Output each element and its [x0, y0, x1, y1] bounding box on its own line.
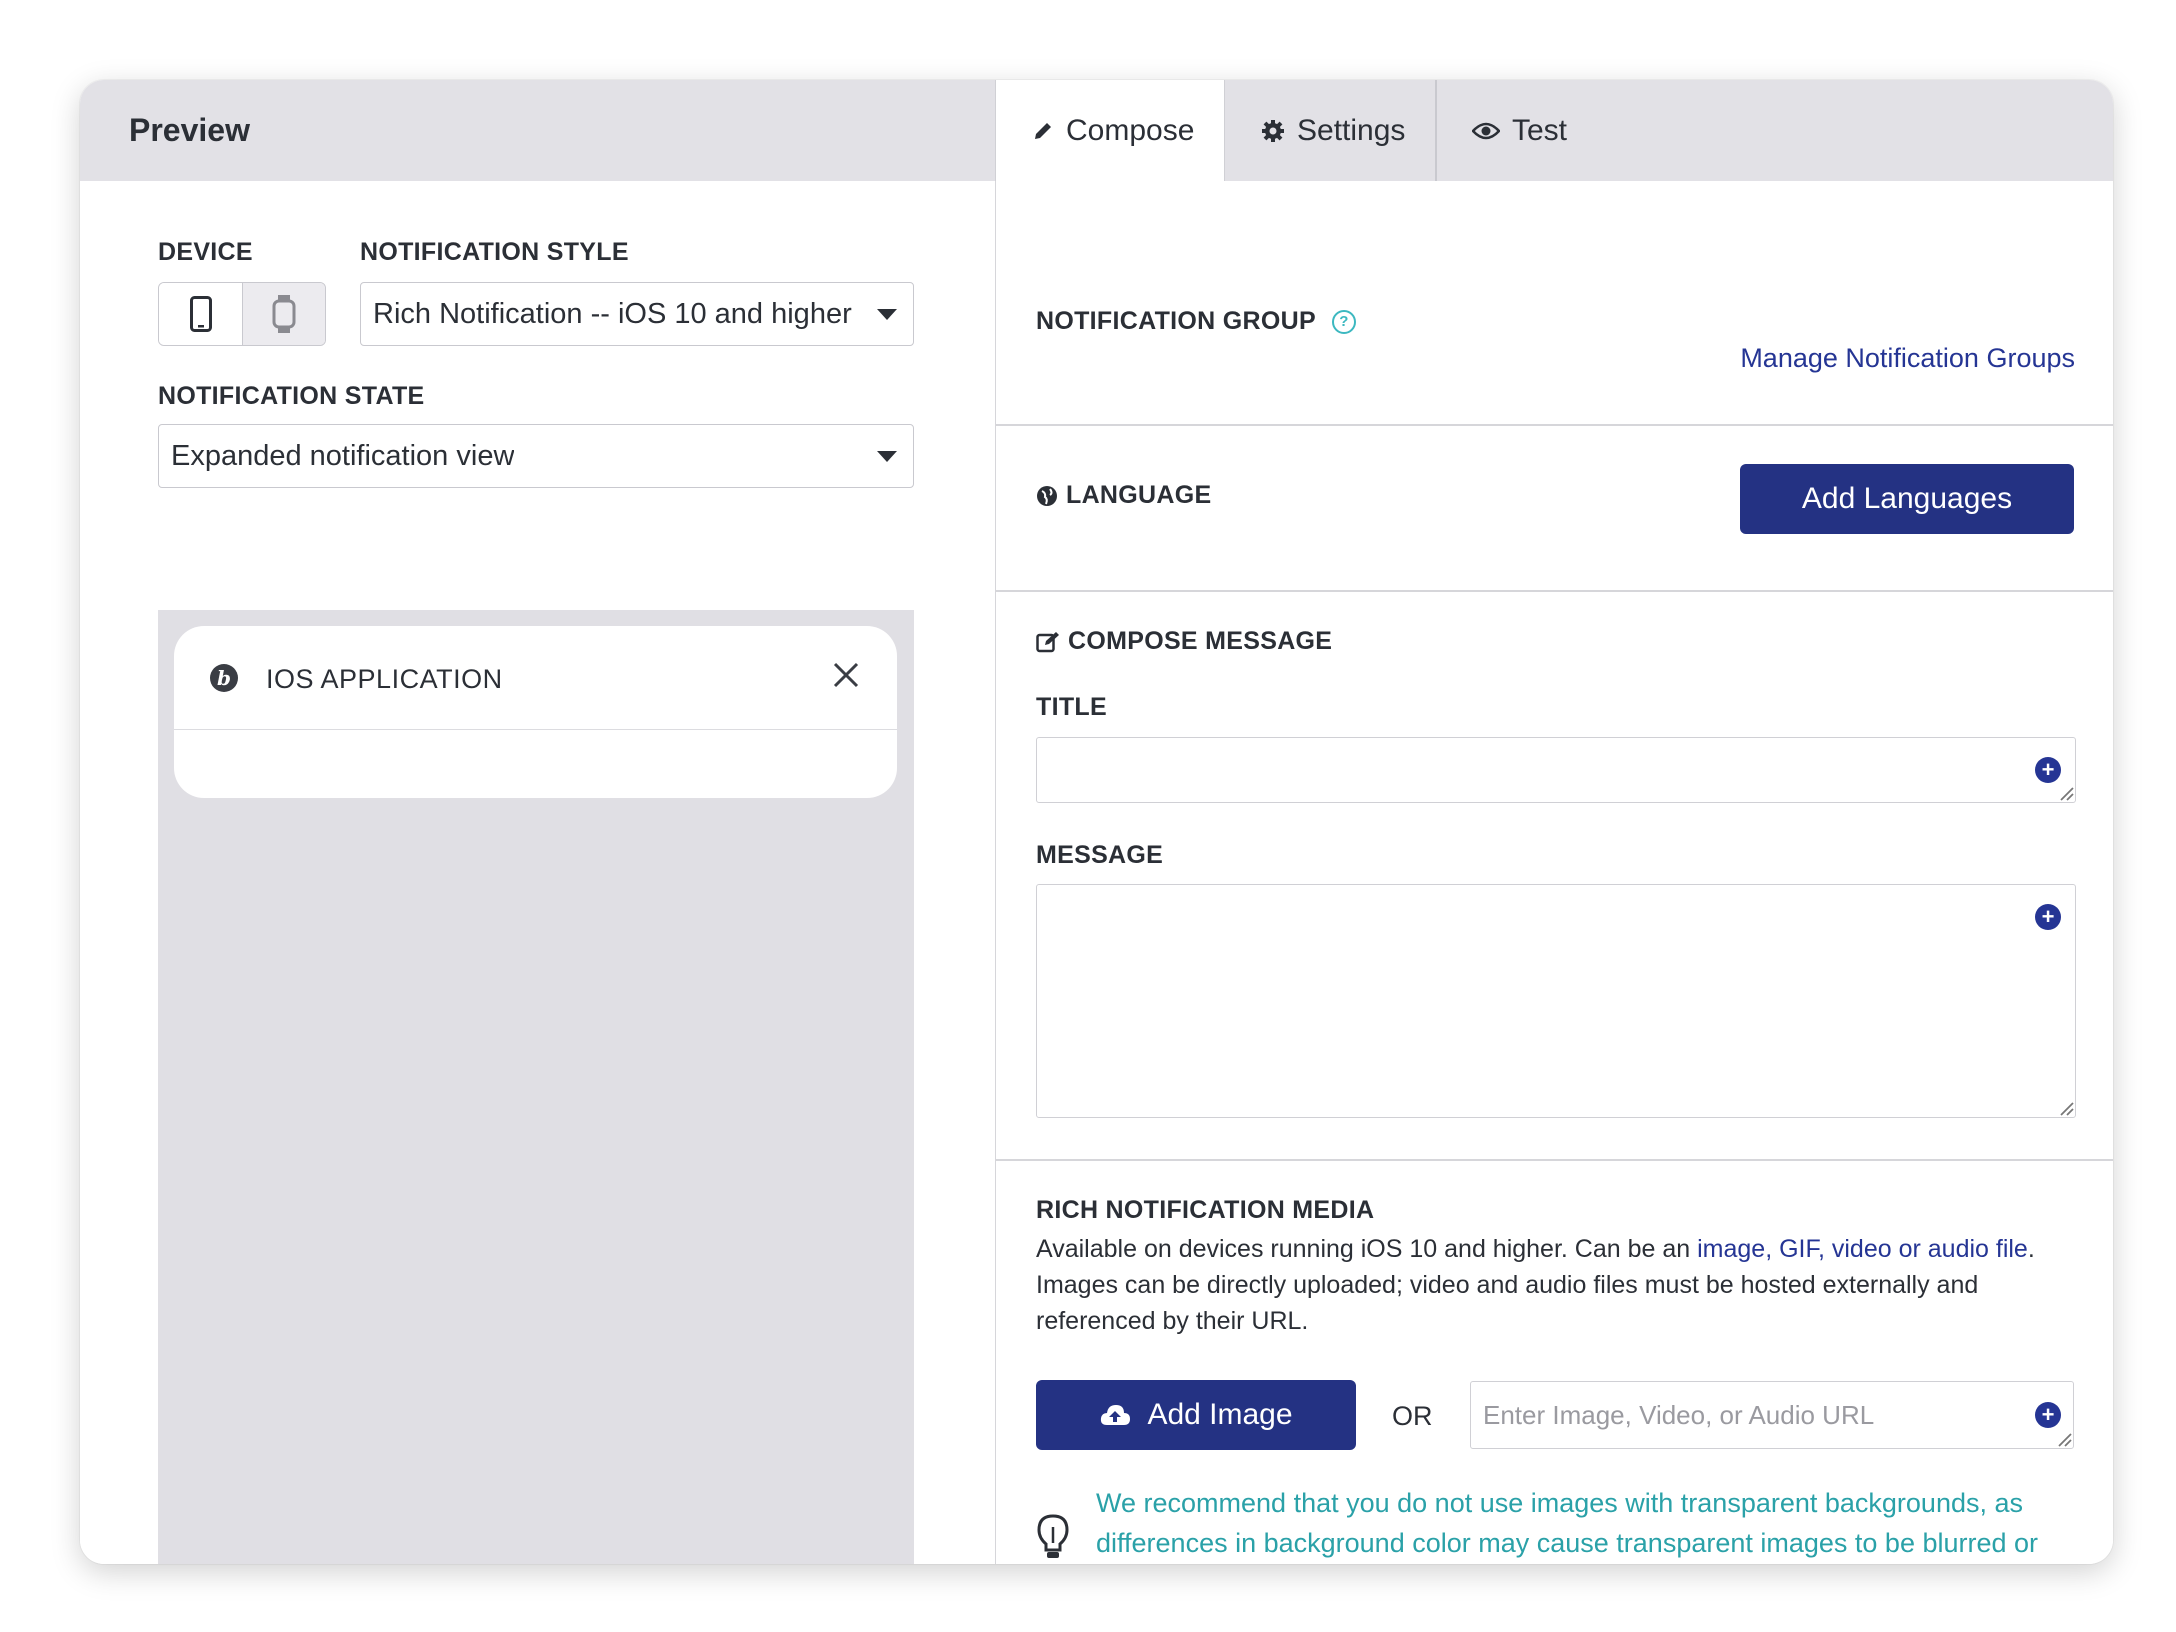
title-label: TITLE — [1036, 693, 1107, 721]
notification-card: b IOS APPLICATION — [174, 626, 897, 798]
resize-grip-icon[interactable] — [2053, 1428, 2073, 1448]
language-text: LANGUAGE — [1066, 481, 1212, 509]
manage-notification-groups-link[interactable]: Manage Notification Groups — [1740, 343, 2075, 374]
resize-grip-icon[interactable] — [2055, 1097, 2075, 1117]
notification-header: b IOS APPLICATION — [174, 626, 897, 730]
notification-preview-area: b IOS APPLICATION — [158, 610, 914, 1564]
tab-settings-label: Settings — [1297, 113, 1406, 147]
device-label: DEVICE — [158, 238, 253, 266]
tab-compose-label: Compose — [1066, 113, 1195, 147]
compose-panel: NOTIFICATION GROUP ? Manage Notification… — [995, 181, 2113, 1564]
add-languages-button[interactable]: Add Languages — [1740, 464, 2074, 534]
globe-icon — [1037, 485, 1057, 506]
app-logo-icon: b — [210, 664, 238, 692]
edit-icon — [1036, 631, 1059, 652]
notification-style-label: NOTIFICATION STYLE — [360, 238, 629, 266]
tab-compose[interactable]: Compose — [995, 80, 1225, 181]
resize-grip-icon[interactable] — [2055, 782, 2075, 802]
tab-test[interactable]: Test — [1436, 80, 1636, 181]
media-url-input[interactable]: Enter Image, Video, or Audio URL + — [1470, 1381, 2074, 1449]
notification-state-label: NOTIFICATION STATE — [158, 382, 425, 410]
tab-bar: Compose Settings Test — [995, 80, 2113, 181]
language-label: LANGUAGE — [1036, 481, 1211, 510]
chevron-down-icon — [877, 309, 897, 320]
tab-test-label: Test — [1512, 113, 1568, 147]
compose-message-text: COMPOSE MESSAGE — [1068, 627, 1333, 655]
phone-icon — [189, 296, 212, 332]
preview-title: Preview — [129, 112, 250, 148]
app-window: Preview DEVICE NOTIFICATION STYLE Rich N… — [80, 80, 2113, 1564]
watch-icon — [272, 295, 296, 333]
section-divider — [996, 424, 2113, 426]
notification-style-value: Rich Notification -- iOS 10 and higher — [373, 297, 852, 330]
notification-group-text: NOTIFICATION GROUP — [1036, 307, 1316, 335]
transparency-tip: We recommend that you do not use images … — [1096, 1488, 2039, 1558]
notification-style-select[interactable]: Rich Notification -- iOS 10 and higher — [360, 282, 914, 346]
app-name: IOS APPLICATION — [266, 664, 503, 694]
media-desc-pre: Available on devices running iOS 10 and … — [1036, 1235, 1698, 1263]
message-label: MESSAGE — [1036, 841, 1164, 869]
notification-group-label: NOTIFICATION GROUP ? — [1036, 307, 1356, 336]
preview-panel: Preview DEVICE NOTIFICATION STYLE Rich N… — [80, 80, 995, 1564]
cloud-upload-icon — [1101, 1405, 1131, 1425]
help-icon[interactable]: ? — [1331, 309, 1356, 334]
media-url-placeholder: Enter Image, Video, or Audio URL — [1483, 1399, 1875, 1430]
watch-device-button[interactable] — [242, 283, 325, 345]
notification-state-value: Expanded notification view — [171, 439, 515, 472]
rich-media-label: RICH NOTIFICATION MEDIA — [1036, 1196, 1375, 1224]
section-divider — [996, 590, 2113, 592]
add-image-button[interactable]: Add Image — [1036, 1380, 1356, 1450]
section-divider — [996, 1159, 2113, 1161]
media-types-link[interactable]: image, GIF, video or audio file — [1697, 1235, 2028, 1263]
gear-icon — [1262, 119, 1284, 142]
plus-icon[interactable]: + — [2035, 904, 2061, 930]
pencil-icon — [1035, 122, 1051, 139]
rich-media-description: Available on devices running iOS 10 and … — [1036, 1231, 2086, 1339]
preview-header: Preview — [80, 80, 995, 181]
or-text: OR — [1392, 1401, 1433, 1431]
close-icon[interactable] — [831, 660, 861, 690]
plus-icon[interactable]: + — [2035, 757, 2061, 783]
device-toggle — [158, 282, 326, 346]
eye-icon — [1472, 122, 1500, 139]
notification-state-select[interactable]: Expanded notification view — [158, 424, 914, 488]
compose-message-label: COMPOSE MESSAGE — [1036, 627, 1332, 656]
title-input[interactable]: + — [1036, 737, 2076, 803]
tab-settings[interactable]: Settings — [1225, 80, 1435, 181]
message-textarea[interactable]: + — [1036, 884, 2076, 1118]
add-image-label: Add Image — [1147, 1398, 1293, 1431]
plus-icon[interactable]: + — [2035, 1402, 2061, 1428]
chevron-down-icon — [877, 451, 897, 462]
lightbulb-icon — [1037, 1514, 1069, 1558]
phone-device-button[interactable] — [159, 283, 242, 345]
